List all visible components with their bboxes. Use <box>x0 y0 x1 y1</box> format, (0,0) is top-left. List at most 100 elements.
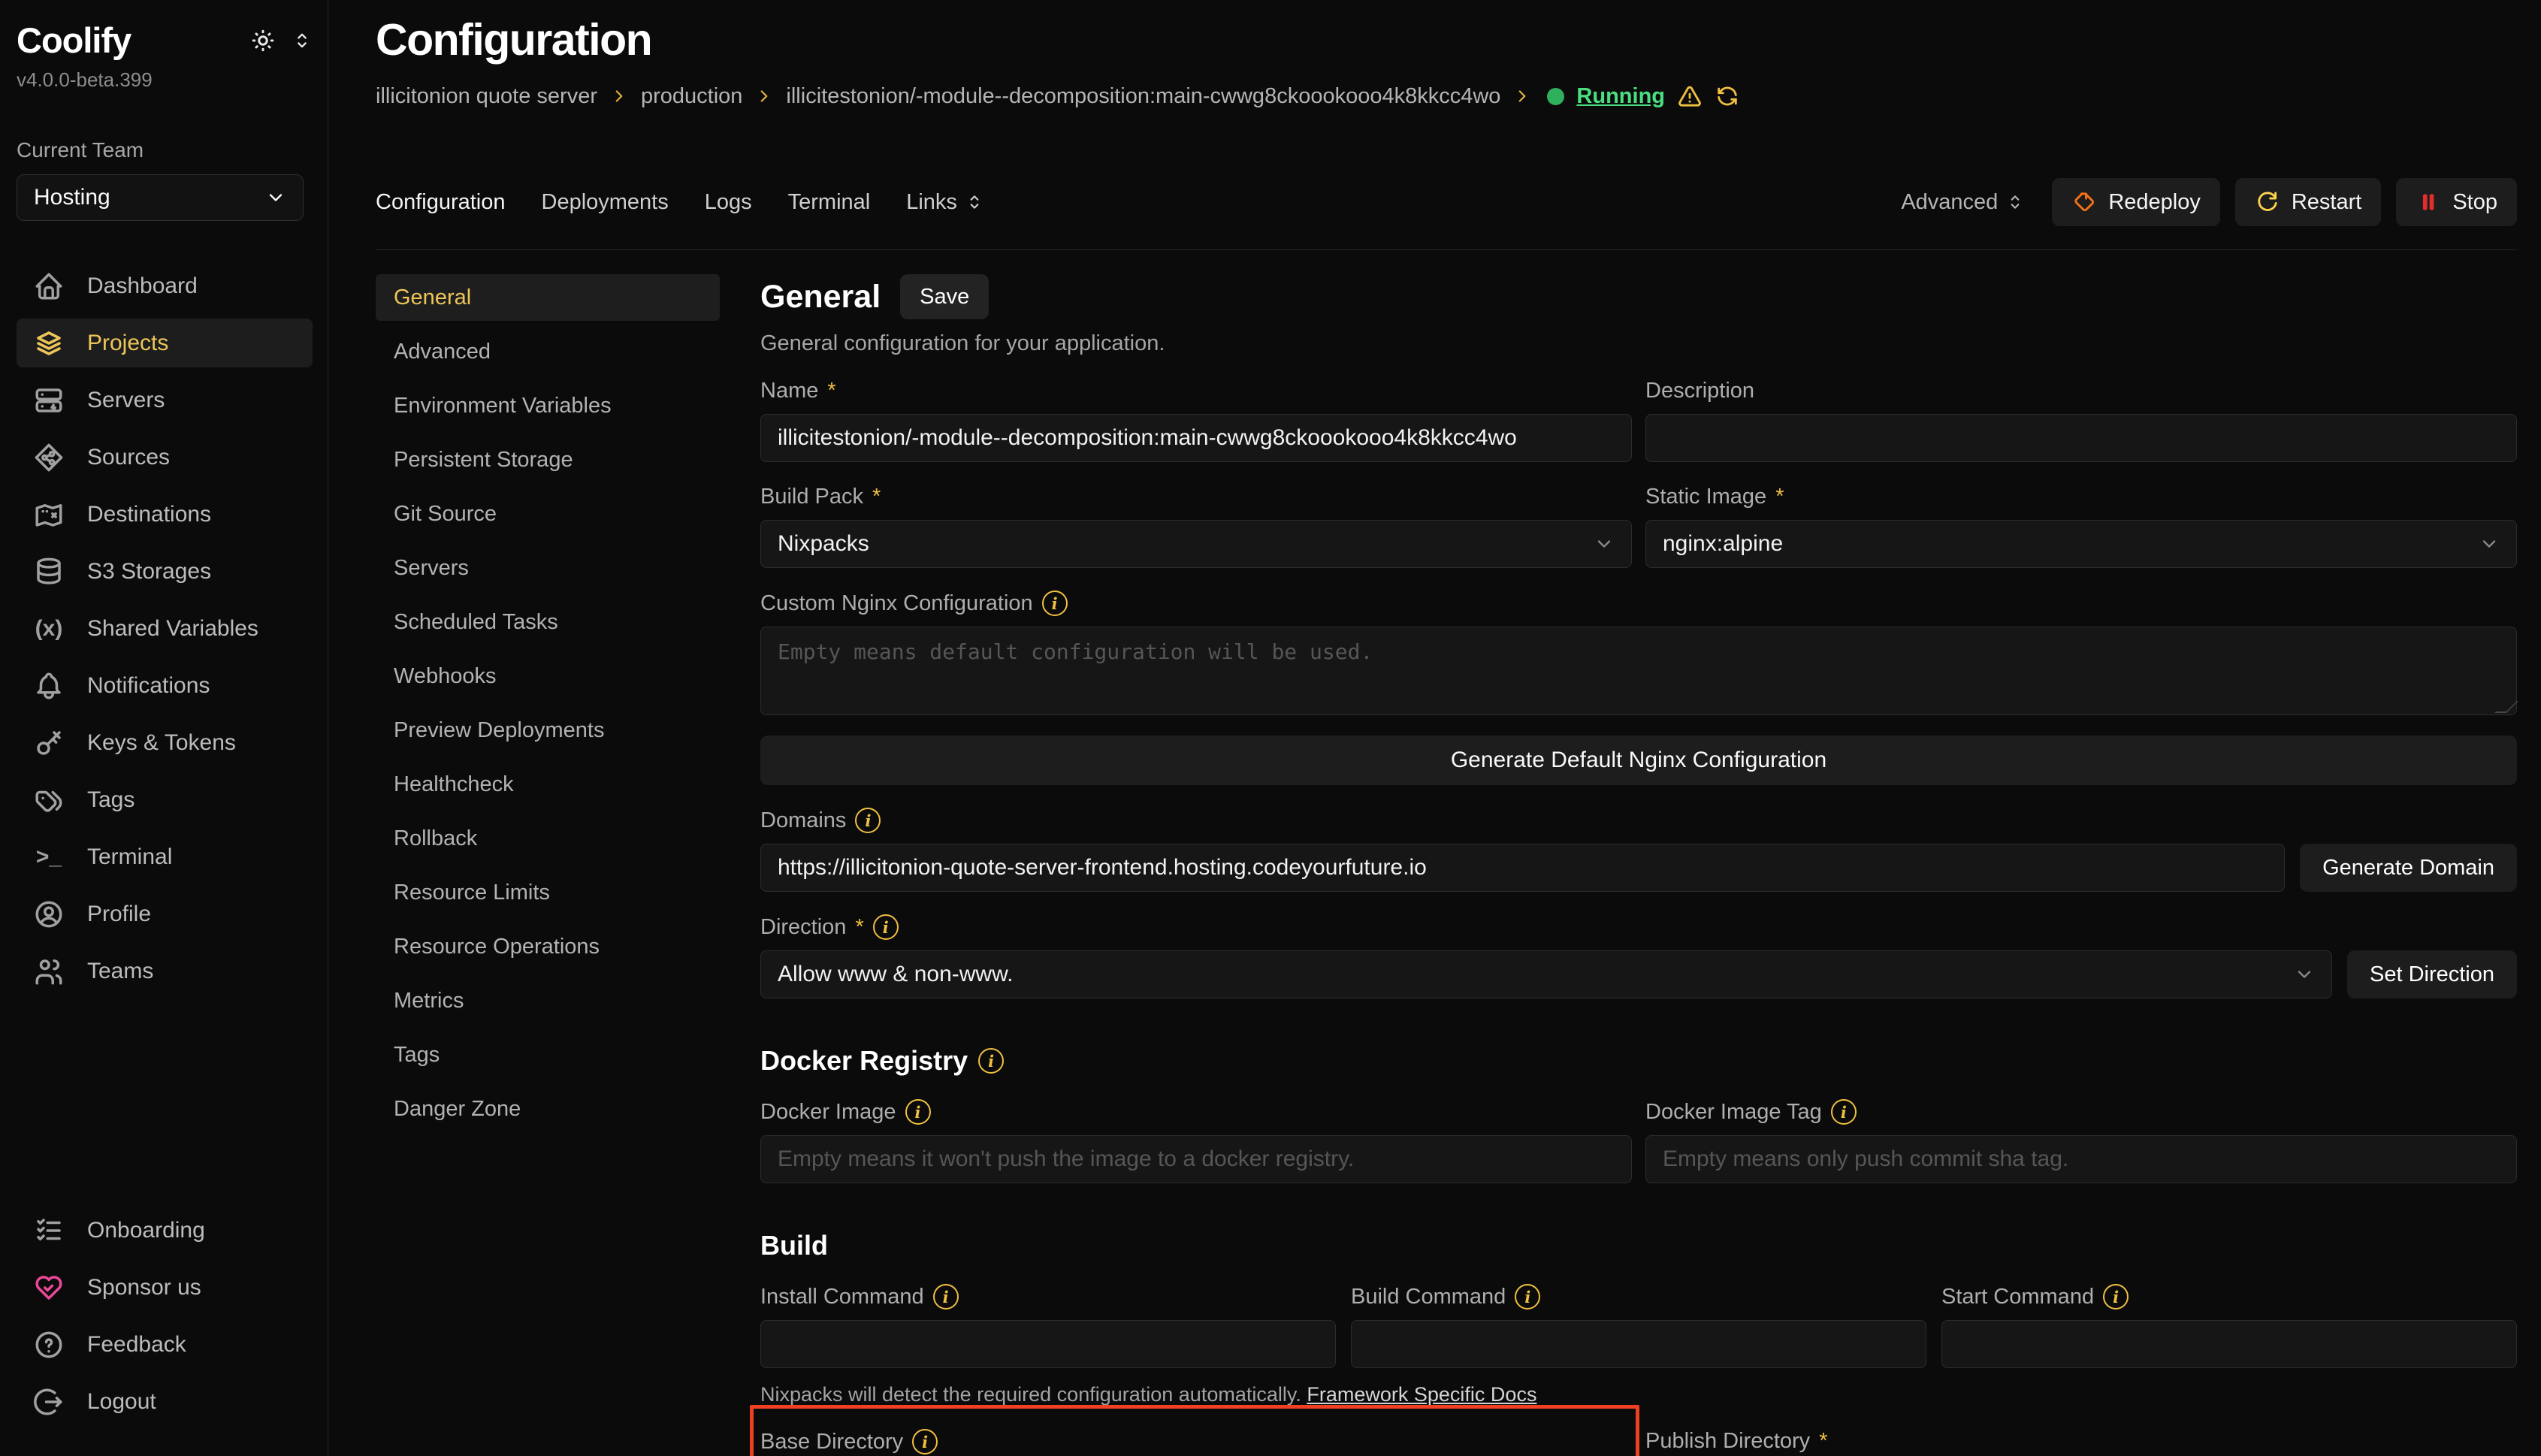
stop-button[interactable]: Stop <box>2396 178 2517 226</box>
subnav-item-general[interactable]: General <box>376 274 720 321</box>
info-icon[interactable] <box>873 914 899 940</box>
chevron-down-icon <box>1594 533 1615 554</box>
tabs-row: Configuration Deployments Logs Terminal … <box>376 178 2517 226</box>
sidebar-item-profile[interactable]: Profile <box>17 890 313 938</box>
base-directory-label: Base Directory <box>760 1429 1632 1454</box>
stop-icon <box>2416 189 2441 215</box>
sidebar-item-teams[interactable]: Teams <box>17 947 313 995</box>
info-icon[interactable] <box>2103 1284 2129 1309</box>
team-select-value: Hosting <box>34 185 110 210</box>
info-icon[interactable] <box>912 1429 938 1454</box>
tab-configuration[interactable]: Configuration <box>376 190 506 215</box>
subnav-item-tags[interactable]: Tags <box>376 1032 720 1078</box>
info-icon[interactable] <box>1831 1099 1857 1125</box>
tab-logs[interactable]: Logs <box>705 190 752 215</box>
sidebar-item-onboarding[interactable]: Onboarding <box>17 1206 313 1255</box>
tab-links[interactable]: Links <box>906 190 984 215</box>
docker-image-input[interactable] <box>760 1135 1632 1183</box>
tab-deployments[interactable]: Deployments <box>542 190 669 215</box>
start-command-input[interactable] <box>1941 1320 2517 1368</box>
name-input[interactable] <box>760 414 1632 462</box>
required-mark: * <box>827 379 835 403</box>
direction-select[interactable]: Allow www & non-www. <box>760 950 2332 998</box>
sidebar-item-logout[interactable]: Logout <box>17 1377 313 1426</box>
sidebar-item-keys-tokens[interactable]: Keys & Tokens <box>17 718 313 767</box>
advanced-dropdown[interactable]: Advanced <box>1901 190 2025 215</box>
restart-button[interactable]: Restart <box>2235 178 2381 226</box>
info-icon[interactable] <box>905 1099 931 1125</box>
sidebar-item-projects[interactable]: Projects <box>17 319 313 367</box>
subnav-item-environment-variables[interactable]: Environment Variables <box>376 382 720 429</box>
sidebar-item-servers[interactable]: Servers <box>17 376 313 424</box>
generate-nginx-button[interactable]: Generate Default Nginx Configuration <box>760 736 2517 785</box>
status-running-link[interactable]: Running <box>1576 84 1665 109</box>
static-image-label: Static Image* <box>1645 485 2517 509</box>
required-mark: * <box>1819 1429 1827 1454</box>
sidebar-item-feedback[interactable]: Feedback <box>17 1320 313 1369</box>
checklist-icon <box>33 1215 65 1246</box>
tab-terminal[interactable]: Terminal <box>788 190 871 215</box>
refresh-icon[interactable] <box>1715 83 1740 109</box>
breadcrumb-environment[interactable]: production <box>641 84 742 109</box>
subnav-item-scheduled-tasks[interactable]: Scheduled Tasks <box>376 599 720 645</box>
breadcrumb-application[interactable]: illicitestonion/-module--decomposition:m… <box>786 84 1500 109</box>
breadcrumb-project[interactable]: illicitonion quote server <box>376 84 597 109</box>
subnav-item-advanced[interactable]: Advanced <box>376 328 720 375</box>
subnav-item-persistent-storage[interactable]: Persistent Storage <box>376 436 720 483</box>
sidebar-item-destinations[interactable]: Destinations <box>17 490 313 539</box>
info-icon[interactable] <box>1515 1284 1540 1309</box>
sidebar-item-terminal[interactable]: >_ Terminal <box>17 832 313 881</box>
info-icon[interactable] <box>978 1048 1004 1074</box>
subnav-item-webhooks[interactable]: Webhooks <box>376 653 720 699</box>
docker-registry-heading: Docker Registry <box>760 1045 2517 1077</box>
generate-domain-button[interactable]: Generate Domain <box>2300 844 2517 892</box>
sidebar-item-dashboard[interactable]: Dashboard <box>17 261 313 310</box>
info-icon[interactable] <box>933 1284 959 1309</box>
domains-input[interactable] <box>760 844 2285 892</box>
save-button[interactable]: Save <box>900 274 989 319</box>
source-icon <box>33 442 65 473</box>
team-select[interactable]: Hosting <box>17 174 304 221</box>
main-area: Configuration illicitonion quote server … <box>328 0 2541 1456</box>
description-input[interactable] <box>1645 414 2517 462</box>
sidebar-item-tags[interactable]: Tags <box>17 775 313 824</box>
status-dot <box>1547 88 1564 105</box>
subnav-item-preview-deployments[interactable]: Preview Deployments <box>376 707 720 754</box>
theme-sun-icon[interactable] <box>249 27 276 54</box>
app-logo: Coolify <box>17 23 131 58</box>
subnav-item-servers[interactable]: Servers <box>376 545 720 591</box>
sidebar-item-s3-storages[interactable]: S3 Storages <box>17 547 313 596</box>
map-icon <box>33 499 65 530</box>
info-icon[interactable] <box>1042 591 1068 616</box>
subnav-item-git-source[interactable]: Git Source <box>376 491 720 537</box>
theme-selector-icon[interactable] <box>292 30 313 51</box>
subnav-item-rollback[interactable]: Rollback <box>376 815 720 862</box>
static-image-select[interactable]: nginx:alpine <box>1645 520 2517 568</box>
set-direction-button[interactable]: Set Direction <box>2347 950 2517 998</box>
redeploy-button[interactable]: Redeploy <box>2052 178 2220 226</box>
sidebar-item-sources[interactable]: Sources <box>17 433 313 482</box>
info-icon[interactable] <box>855 808 881 833</box>
build-pack-select[interactable]: Nixpacks <box>760 520 1632 568</box>
subnav-item-metrics[interactable]: Metrics <box>376 977 720 1024</box>
build-command-input[interactable] <box>1351 1320 1926 1368</box>
sidebar-item-shared-variables[interactable]: (x) Shared Variables <box>17 604 313 653</box>
sidebar-item-sponsor[interactable]: Sponsor us <box>17 1263 313 1312</box>
home-icon <box>33 270 65 302</box>
custom-nginx-textarea[interactable] <box>760 627 2517 715</box>
docker-image-tag-input[interactable] <box>1645 1135 2517 1183</box>
subnav-item-resource-operations[interactable]: Resource Operations <box>376 923 720 970</box>
subnav-item-resource-limits[interactable]: Resource Limits <box>376 869 720 916</box>
user-circle-icon <box>33 899 65 930</box>
restart-icon <box>2255 189 2280 215</box>
docker-image-tag-label: Docker Image Tag <box>1645 1099 2517 1125</box>
subnav-item-danger-zone[interactable]: Danger Zone <box>376 1086 720 1132</box>
subnav-item-healthcheck[interactable]: Healthcheck <box>376 761 720 808</box>
install-command-input[interactable] <box>760 1320 1336 1368</box>
redeploy-icon <box>2071 189 2097 215</box>
framework-docs-link[interactable]: Framework Specific Docs <box>1307 1383 1536 1406</box>
warning-triangle-icon[interactable] <box>1677 83 1703 109</box>
sidebar-item-notifications[interactable]: Notifications <box>17 661 313 710</box>
domains-label: Domains <box>760 808 2517 833</box>
heart-icon <box>33 1272 65 1303</box>
